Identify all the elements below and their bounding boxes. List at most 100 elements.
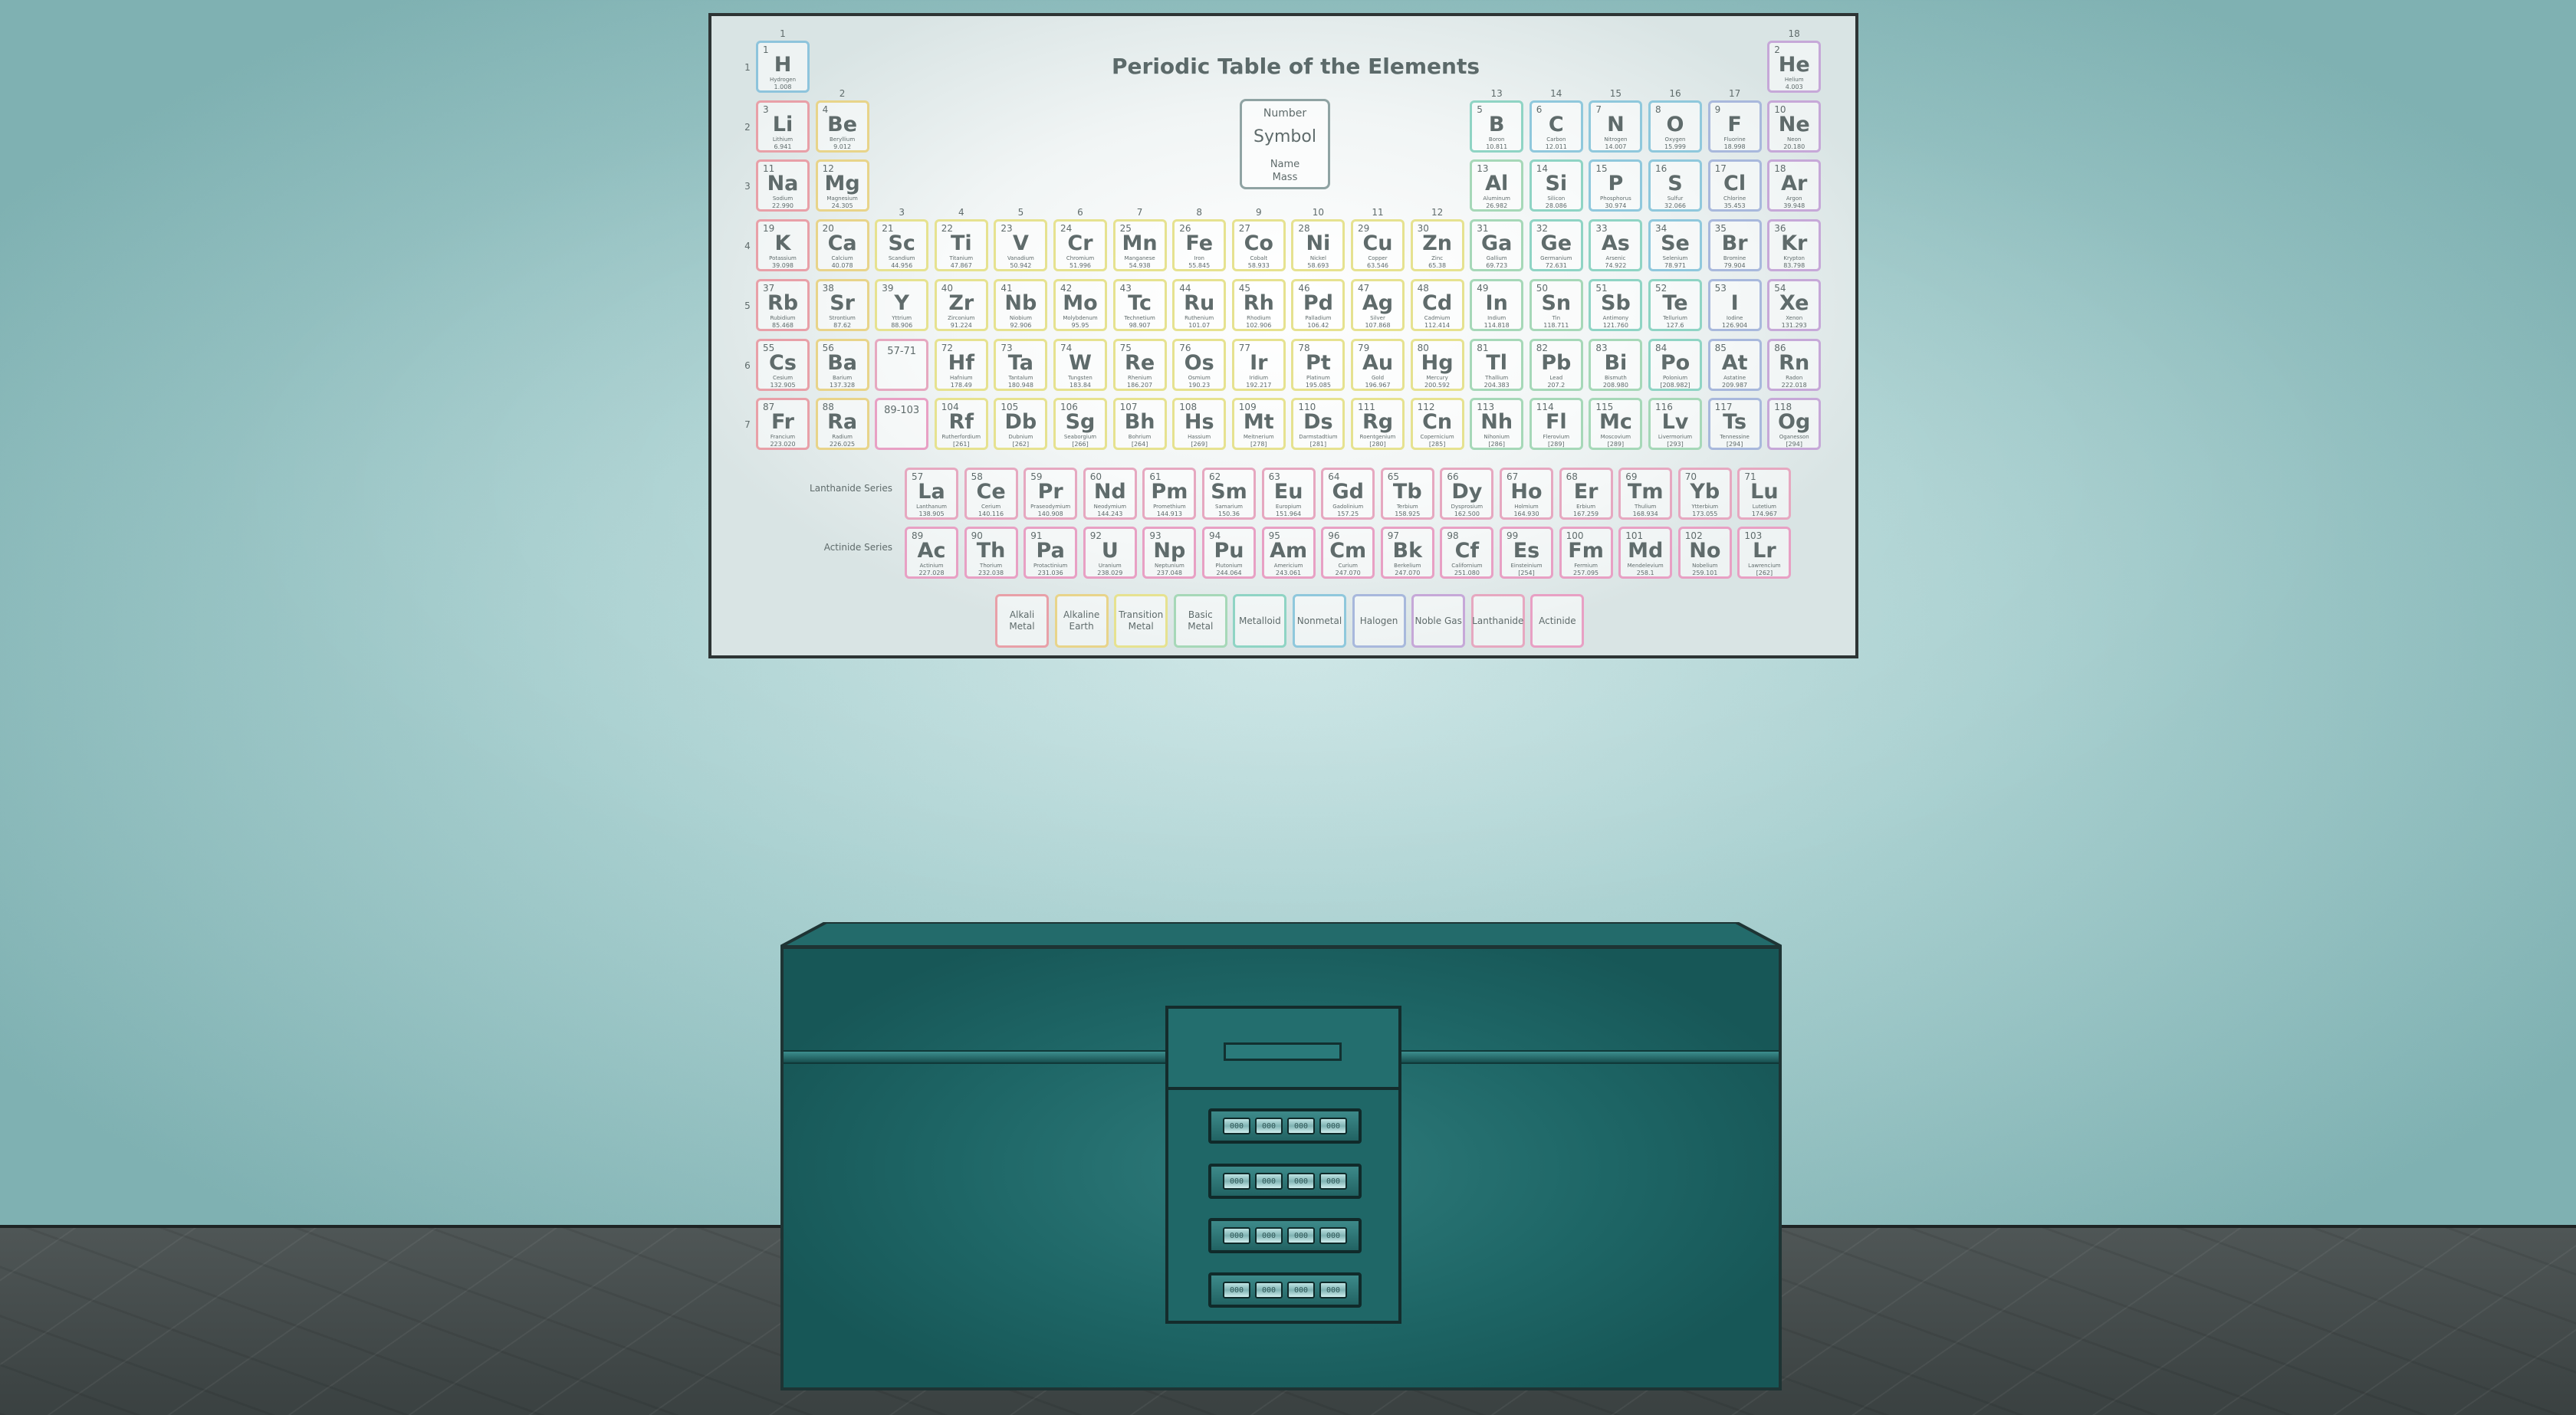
element-cn[interactable]: 112 Cn Copernicium [285] [1410, 398, 1464, 451]
element-sn[interactable]: 50 Sn Tin 118.711 [1529, 278, 1583, 331]
element-pt[interactable]: 78 Pt Platinum 195.085 [1291, 338, 1346, 391]
element-sg[interactable]: 106 Sg Seaborgium [266] [1053, 398, 1107, 451]
element-al[interactable]: 13 Al Aluminum 26.982 [1470, 159, 1524, 212]
element-er[interactable]: 68 Er Erbium 167.259 [1559, 468, 1613, 520]
element-pu[interactable]: 94 Pu Plutonium 244.064 [1202, 527, 1256, 579]
element-rn[interactable]: 86 Rn Radon 222.018 [1767, 338, 1822, 391]
element-fr[interactable]: 87 Fr Francium 223.020 [756, 398, 810, 451]
element-og[interactable]: 118 Og Oganesson [294] [1767, 398, 1822, 451]
element-os[interactable]: 76 Os Osmium 190.23 [1172, 338, 1227, 391]
element-rb[interactable]: 37 Rb Rubidium 85.468 [756, 278, 810, 331]
element-y[interactable]: 39 Y Yttrium 88.906 [875, 278, 929, 331]
element-mo[interactable]: 42 Mo Molybdenum 95.95 [1053, 278, 1107, 331]
lock-2-dial-3[interactable]: 000 [1287, 1173, 1315, 1190]
element-sb[interactable]: 51 Sb Antimony 121.760 [1589, 278, 1643, 331]
element-fm[interactable]: 100 Fm Fermium 257.095 [1559, 527, 1613, 579]
element-zn[interactable]: 30 Zn Zinc 65.38 [1410, 219, 1464, 272]
lock-1-dial-2[interactable]: 000 [1255, 1118, 1283, 1134]
element-at[interactable]: 85 At Astatine 209.987 [1707, 338, 1762, 391]
element-hf[interactable]: 72 Hf Hafnium 178.49 [934, 338, 988, 391]
element-ho[interactable]: 67 Ho Holmium 164.930 [1500, 468, 1553, 520]
element-nh[interactable]: 113 Nh Nihonium [286] [1470, 398, 1524, 451]
lock-4-dial-3[interactable]: 000 [1287, 1282, 1315, 1298]
element-tb[interactable]: 65 Tb Terbium 158.925 [1380, 468, 1434, 520]
element-ag[interactable]: 47 Ag Silver 107.868 [1351, 278, 1405, 331]
element-te[interactable]: 52 Te Tellurium 127.6 [1648, 278, 1702, 331]
element-se[interactable]: 34 Se Selenium 78.971 [1648, 219, 1702, 272]
element-k[interactable]: 19 K Potassium 39.098 [756, 219, 810, 272]
element-dy[interactable]: 66 Dy Dysprosium 162.500 [1440, 468, 1494, 520]
element-lr[interactable]: 103 Lr Lawrencium [262] [1737, 527, 1792, 579]
lock-3-dial-2[interactable]: 000 [1255, 1227, 1283, 1244]
element-xe[interactable]: 54 Xe Xenon 131.293 [1767, 278, 1822, 331]
latch-slot[interactable] [1224, 1042, 1342, 1061]
element-pr[interactable]: 59 Pr Praseodymium 140.908 [1024, 468, 1078, 520]
element-ne[interactable]: 10 Ne Neon 20.180 [1767, 100, 1822, 153]
element-ds[interactable]: 110 Ds Darmstadtium [281] [1291, 398, 1346, 451]
element-mg[interactable]: 12 Mg Magnesium 24.305 [815, 159, 869, 212]
element-cu[interactable]: 29 Cu Copper 63.546 [1351, 219, 1405, 272]
element-ir[interactable]: 77 Ir Iridium 192.217 [1231, 338, 1286, 391]
element-i[interactable]: 53 I Iodine 126.904 [1707, 278, 1762, 331]
element-sm[interactable]: 62 Sm Samarium 150.36 [1202, 468, 1256, 520]
element-md[interactable]: 101 Md Mendelevium 258.1 [1618, 527, 1673, 579]
placeholder-actinide[interactable]: 89-103 [875, 398, 929, 451]
element-bh[interactable]: 107 Bh Bohrium [264] [1112, 398, 1167, 451]
element-ts[interactable]: 117 Ts Tennessine [294] [1707, 398, 1762, 451]
element-ti[interactable]: 22 Ti Titanium 47.867 [934, 219, 988, 272]
element-si[interactable]: 14 Si Silicon 28.086 [1529, 159, 1583, 212]
element-cd[interactable]: 48 Cd Cadmium 112.414 [1410, 278, 1464, 331]
element-bi[interactable]: 83 Bi Bismuth 208.980 [1589, 338, 1643, 391]
element-po[interactable]: 84 Po Polonium [208.982] [1648, 338, 1702, 391]
lock-1-dial-3[interactable]: 000 [1287, 1118, 1315, 1134]
element-pd[interactable]: 46 Pd Palladium 106.42 [1291, 278, 1346, 331]
element-cs[interactable]: 55 Cs Cesium 132.905 [756, 338, 810, 391]
element-nb[interactable]: 41 Nb Niobium 92.906 [994, 278, 1048, 331]
element-eu[interactable]: 63 Eu Europium 151.964 [1261, 468, 1316, 520]
lock-1-dial-1[interactable]: 000 [1223, 1118, 1250, 1134]
element-kr[interactable]: 36 Kr Krypton 83.798 [1767, 219, 1822, 272]
lock-1-dial-4[interactable]: 000 [1319, 1118, 1347, 1134]
element-fl[interactable]: 114 Fl Flerovium [289] [1529, 398, 1583, 451]
element-es[interactable]: 99 Es Einsteinium [254] [1500, 527, 1553, 579]
element-tm[interactable]: 69 Tm Thulium 168.934 [1618, 468, 1673, 520]
element-rg[interactable]: 111 Rg Roentgenium [280] [1351, 398, 1405, 451]
lock-4-dial-1[interactable]: 000 [1223, 1282, 1250, 1298]
element-co[interactable]: 27 Co Cobalt 58.933 [1231, 219, 1286, 272]
element-re[interactable]: 75 Re Rhenium 186.207 [1112, 338, 1167, 391]
element-la[interactable]: 57 La Lanthanum 138.905 [905, 468, 958, 520]
element-c[interactable]: 6 C Carbon 12.011 [1529, 100, 1583, 153]
element-li[interactable]: 3 Li Lithium 6.941 [756, 100, 810, 153]
element-lv[interactable]: 116 Lv Livermorium [293] [1648, 398, 1702, 451]
element-ca[interactable]: 20 Ca Calcium 40.078 [815, 219, 869, 272]
element-ac[interactable]: 89 Ac Actinium 227.028 [905, 527, 958, 579]
element-mn[interactable]: 25 Mn Manganese 54.938 [1112, 219, 1167, 272]
element-h[interactable]: 1 H Hydrogen 1.008 [756, 41, 810, 93]
element-zr[interactable]: 40 Zr Zirconium 91.224 [934, 278, 988, 331]
element-cm[interactable]: 96 Cm Curium 247.070 [1321, 527, 1375, 579]
element-db[interactable]: 105 Db Dubnium [262] [994, 398, 1048, 451]
element-cf[interactable]: 98 Cf Californium 251.080 [1440, 527, 1494, 579]
element-au[interactable]: 79 Au Gold 196.967 [1351, 338, 1405, 391]
element-th[interactable]: 90 Th Thorium 232.038 [964, 527, 1018, 579]
lock-3-dial-4[interactable]: 000 [1319, 1227, 1347, 1244]
element-w[interactable]: 74 W Tungsten 183.84 [1053, 338, 1107, 391]
element-yb[interactable]: 70 Yb Ytterbium 173.055 [1677, 468, 1732, 520]
element-na[interactable]: 11 Na Sodium 22.990 [756, 159, 810, 212]
element-he[interactable]: 2 He Helium 4.003 [1767, 41, 1822, 93]
lock-2-dial-2[interactable]: 000 [1255, 1173, 1283, 1190]
element-pm[interactable]: 61 Pm Promethium 144.913 [1142, 468, 1197, 520]
element-o[interactable]: 8 O Oxygen 15.999 [1648, 100, 1702, 153]
element-cl[interactable]: 17 Cl Chlorine 35.453 [1707, 159, 1762, 212]
lock-2-dial-1[interactable]: 000 [1223, 1173, 1250, 1190]
element-ga[interactable]: 31 Ga Gallium 69.723 [1470, 219, 1524, 272]
element-ni[interactable]: 28 Ni Nickel 58.693 [1291, 219, 1346, 272]
element-ru[interactable]: 44 Ru Ruthenium 101.07 [1172, 278, 1227, 331]
element-n[interactable]: 7 N Nitrogen 14.007 [1589, 100, 1643, 153]
element-no[interactable]: 102 No Nobelium 259.101 [1677, 527, 1732, 579]
element-ge[interactable]: 32 Ge Germanium 72.631 [1529, 219, 1583, 272]
element-ra[interactable]: 88 Ra Radium 226.025 [815, 398, 869, 451]
element-ta[interactable]: 73 Ta Tantalum 180.948 [994, 338, 1048, 391]
element-s[interactable]: 16 S Sulfur 32.066 [1648, 159, 1702, 212]
element-b[interactable]: 5 B Boron 10.811 [1470, 100, 1524, 153]
